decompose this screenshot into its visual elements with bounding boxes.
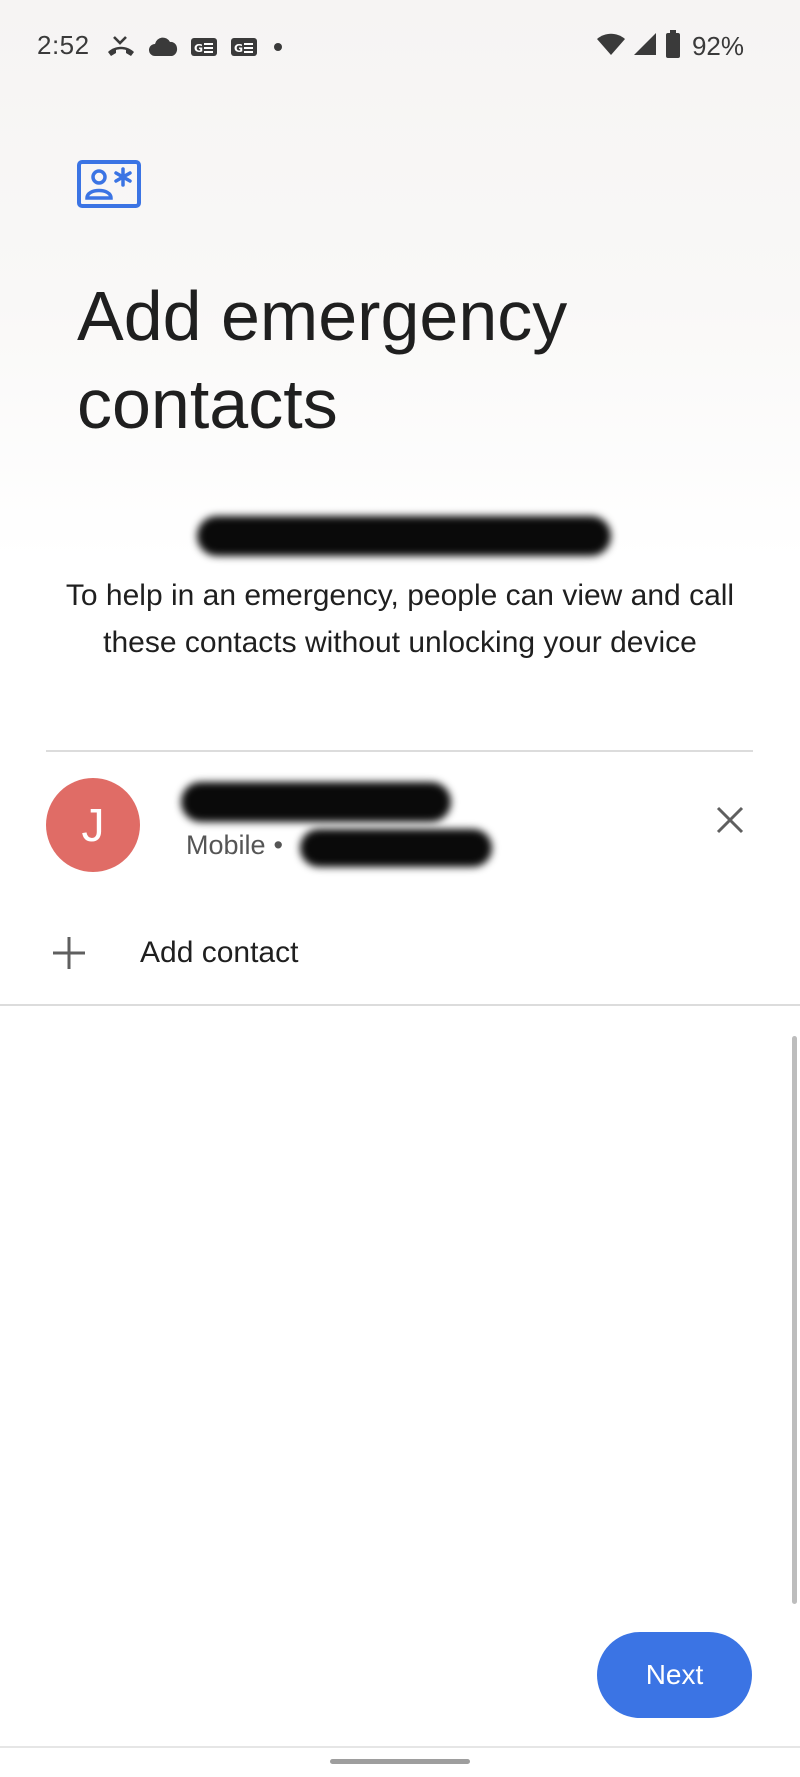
contact-type: Mobile — [186, 830, 266, 860]
status-icons-right: 92% — [596, 28, 744, 64]
gesture-nav-handle[interactable] — [330, 1759, 470, 1764]
contact-subtitle: Mobile • — [186, 830, 291, 861]
add-contact-button[interactable]: Add contact — [0, 910, 800, 996]
battery-percent: 92% — [691, 30, 744, 61]
bottom-divider — [0, 1746, 800, 1748]
plus-icon — [50, 934, 88, 972]
contact-card-asterisk-icon — [77, 160, 141, 210]
scrollbar[interactable] — [792, 1036, 797, 1604]
status-time: 2:52 — [37, 30, 90, 60]
missed-call-icon — [106, 34, 136, 60]
status-bar: 2:52 G G 92% — [0, 0, 800, 92]
next-button[interactable]: Next — [597, 1632, 752, 1718]
divider — [46, 750, 753, 752]
separator-dot: • — [273, 830, 283, 860]
status-icons-left: G G — [106, 30, 286, 64]
svg-text:G: G — [234, 42, 243, 55]
page-title: Add emergency contacts — [77, 277, 568, 443]
battery-icon — [664, 29, 682, 64]
add-contact-label: Add contact — [140, 936, 299, 969]
redacted-owner-name — [197, 516, 611, 556]
redacted-contact-name — [181, 782, 451, 822]
svg-text:G: G — [194, 42, 203, 55]
dot-icon — [270, 39, 286, 55]
ge-badge-icon: G — [230, 36, 258, 58]
description-text: To help in an emergency, people can view… — [65, 579, 735, 659]
redacted-phone-number — [300, 829, 492, 867]
divider — [0, 1004, 800, 1006]
avatar: J — [46, 778, 140, 872]
wifi-icon — [596, 31, 626, 62]
contact-row[interactable]: J Mobile • — [0, 770, 800, 884]
emergency-contacts-screen: 2:52 G G 92% Add emergency contacts To h… — [0, 0, 800, 1777]
cloud-icon — [148, 36, 178, 58]
ge-badge-icon: G — [190, 36, 218, 58]
remove-contact-button[interactable] — [700, 792, 760, 852]
cell-signal-icon — [632, 31, 658, 62]
close-icon — [715, 805, 745, 840]
